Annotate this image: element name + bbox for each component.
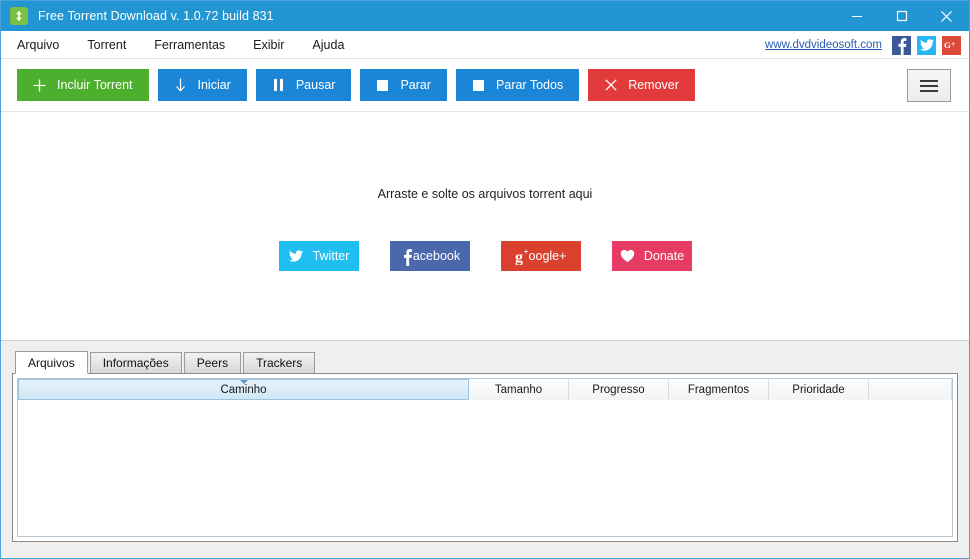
pausar-button[interactable]: Pausar xyxy=(255,69,352,101)
heart-icon xyxy=(619,248,636,265)
incluir-torrent-button[interactable]: Incluir Torrent xyxy=(17,69,149,101)
iniciar-label: Iniciar xyxy=(197,78,231,92)
facebook-icon[interactable] xyxy=(892,35,911,55)
hamburger-bar xyxy=(920,84,938,87)
facebook-share-button[interactable]: acebook xyxy=(389,241,470,271)
menu-item-exibir[interactable]: Exibir xyxy=(239,31,298,59)
tab-informacoes[interactable]: Informações xyxy=(89,352,182,373)
hamburger-bar xyxy=(920,79,938,82)
menu-item-ferramentas[interactable]: Ferramentas xyxy=(140,31,239,59)
svg-text:+: + xyxy=(524,249,528,256)
stop-square-icon xyxy=(472,79,485,92)
drop-hint-text: Arraste e solte os arquivos torrent aqui xyxy=(377,187,593,201)
files-table-header: Caminho Tamanho Progresso Fragmentos Pri… xyxy=(18,379,952,400)
twitter-bird-icon xyxy=(288,248,305,265)
column-header-fragmentos[interactable]: Fragmentos xyxy=(669,379,769,400)
column-header-caminho-label: Caminho xyxy=(220,383,267,396)
svg-text:g: g xyxy=(515,249,523,265)
title-bar: Free Torrent Download v. 1.0.72 build 83… xyxy=(1,1,969,31)
application-window: Free Torrent Download v. 1.0.72 build 83… xyxy=(0,0,970,559)
parar-todos-button[interactable]: Parar Todos xyxy=(456,69,580,101)
updown-arrow-icon xyxy=(10,7,28,25)
twitter-icon[interactable] xyxy=(917,35,936,55)
sort-descending-icon xyxy=(239,380,248,384)
tab-panel-arquivos: Caminho Tamanho Progresso Fragmentos Pri… xyxy=(12,373,958,542)
column-header-filler[interactable] xyxy=(869,379,952,400)
tab-trackers[interactable]: Trackers xyxy=(243,352,316,373)
status-bar xyxy=(12,542,958,558)
menu-item-torrent[interactable]: Torrent xyxy=(73,31,140,59)
pause-icon xyxy=(272,79,285,92)
maximize-button[interactable] xyxy=(879,1,924,31)
column-header-caminho[interactable]: Caminho xyxy=(18,379,469,400)
minimize-button[interactable] xyxy=(834,1,879,31)
down-arrow-icon xyxy=(174,78,187,92)
torrent-drop-area[interactable]: Arraste e solte os arquivos torrent aqui… xyxy=(1,112,969,340)
parar-label: Parar xyxy=(400,78,432,92)
svg-text:G: G xyxy=(944,40,951,50)
window-controls xyxy=(834,1,969,31)
pausar-label: Pausar xyxy=(295,78,336,92)
hamburger-menu-icon[interactable] xyxy=(907,69,951,102)
social-buttons-row: Twitter acebook g + oogle+ Donate xyxy=(278,241,692,271)
tab-peers[interactable]: Peers xyxy=(183,352,242,373)
donate-label: Donate xyxy=(643,249,685,263)
plus-icon xyxy=(33,79,46,92)
facebook-share-label: acebook xyxy=(412,249,461,263)
website-link[interactable]: www.dvdvideosoft.com xyxy=(765,39,882,51)
close-x-icon xyxy=(604,79,617,92)
files-table: Caminho Tamanho Progresso Fragmentos Pri… xyxy=(17,378,953,537)
donate-button[interactable]: Donate xyxy=(611,241,692,271)
twitter-share-button[interactable]: Twitter xyxy=(278,241,359,271)
menu-item-ajuda[interactable]: Ajuda xyxy=(298,31,358,59)
parar-button[interactable]: Parar xyxy=(360,69,448,101)
tab-arquivos[interactable]: Arquivos xyxy=(15,351,88,374)
svg-text:+: + xyxy=(951,41,955,48)
main-toolbar: Incluir Torrent Iniciar Pausar Parar Par xyxy=(1,59,969,112)
googleplus-icon[interactable]: G + xyxy=(942,35,961,55)
column-header-progresso[interactable]: Progresso xyxy=(569,379,669,400)
files-table-body[interactable] xyxy=(18,400,952,536)
iniciar-button[interactable]: Iniciar xyxy=(157,69,247,101)
column-header-tamanho[interactable]: Tamanho xyxy=(469,379,569,400)
hamburger-bar xyxy=(920,89,938,92)
googleplus-share-label: oogle+ xyxy=(528,249,567,263)
details-panel: Arquivos Informações Peers Trackers Cami… xyxy=(1,340,969,558)
incluir-torrent-label: Incluir Torrent xyxy=(57,78,133,92)
parar-todos-label: Parar Todos xyxy=(496,78,564,92)
menu-bar-right: www.dvdvideosoft.com G + xyxy=(765,31,961,59)
googleplus-share-button[interactable]: g + oogle+ xyxy=(500,241,581,271)
menu-bar: Arquivo Torrent Ferramentas Exibir Ajuda… xyxy=(1,31,969,59)
details-tabstrip: Arquivos Informações Peers Trackers xyxy=(12,351,958,374)
remover-label: Remover xyxy=(628,78,679,92)
window-title: Free Torrent Download v. 1.0.72 build 83… xyxy=(38,9,274,23)
menu-item-arquivo[interactable]: Arquivo xyxy=(3,31,73,59)
remover-button[interactable]: Remover xyxy=(588,69,695,101)
close-button[interactable] xyxy=(924,1,969,31)
twitter-share-label: Twitter xyxy=(312,249,350,263)
column-header-prioridade[interactable]: Prioridade xyxy=(769,379,869,400)
stop-square-icon xyxy=(376,79,389,92)
